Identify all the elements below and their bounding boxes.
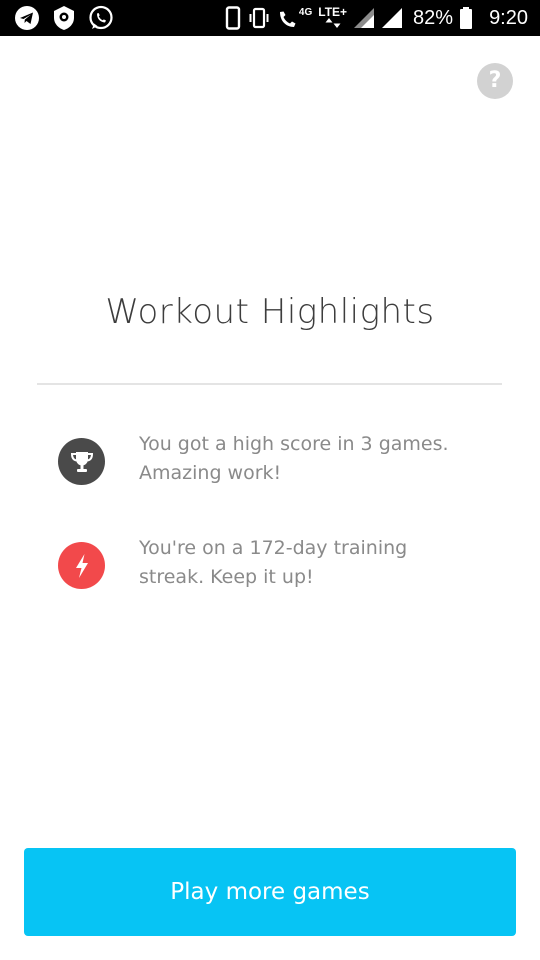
status-bar-right: 4G LTE+ 82% 9:20 bbox=[225, 5, 528, 31]
battery-percent: 82% bbox=[413, 7, 454, 29]
highlight-line-2: streak. Keep it up! bbox=[139, 566, 314, 588]
status-bar: 4G LTE+ 82% 9:20 bbox=[0, 0, 540, 36]
page-title: Workout Highlights bbox=[105, 292, 435, 332]
wifi-call-icon bbox=[277, 6, 299, 30]
highlight-line-1: You got a high score in 3 games. bbox=[139, 433, 449, 455]
shield-app-icon bbox=[52, 5, 76, 31]
network-lte-indicator: LTE+ bbox=[318, 5, 348, 29]
clock: 9:20 bbox=[489, 7, 528, 29]
battery-icon bbox=[459, 6, 473, 30]
highlight-text: You got a high score in 3 games. Amazing… bbox=[139, 430, 499, 488]
telegram-icon bbox=[14, 5, 40, 31]
help-button[interactable]: ? bbox=[477, 63, 513, 99]
highlight-line-1: You're on a 172-day training bbox=[139, 537, 408, 559]
highlight-line-2: Amazing work! bbox=[139, 462, 282, 484]
network-4g-label: 4G bbox=[298, 7, 313, 18]
play-more-games-button[interactable]: Play more games bbox=[24, 848, 516, 936]
whatsapp-icon bbox=[88, 5, 114, 31]
lightning-icon bbox=[58, 542, 105, 589]
trophy-icon bbox=[58, 438, 105, 485]
divider bbox=[37, 383, 502, 385]
signal-icon bbox=[381, 7, 403, 29]
status-bar-left bbox=[14, 5, 114, 31]
highlight-text: You're on a 172-day training streak. Kee… bbox=[139, 534, 499, 592]
signal-icon bbox=[353, 7, 375, 29]
vibrate-icon bbox=[247, 6, 271, 30]
data-arrows-icon bbox=[325, 17, 341, 29]
network-lte-label: LTE+ bbox=[318, 5, 348, 19]
phone-outline-icon bbox=[225, 6, 241, 30]
